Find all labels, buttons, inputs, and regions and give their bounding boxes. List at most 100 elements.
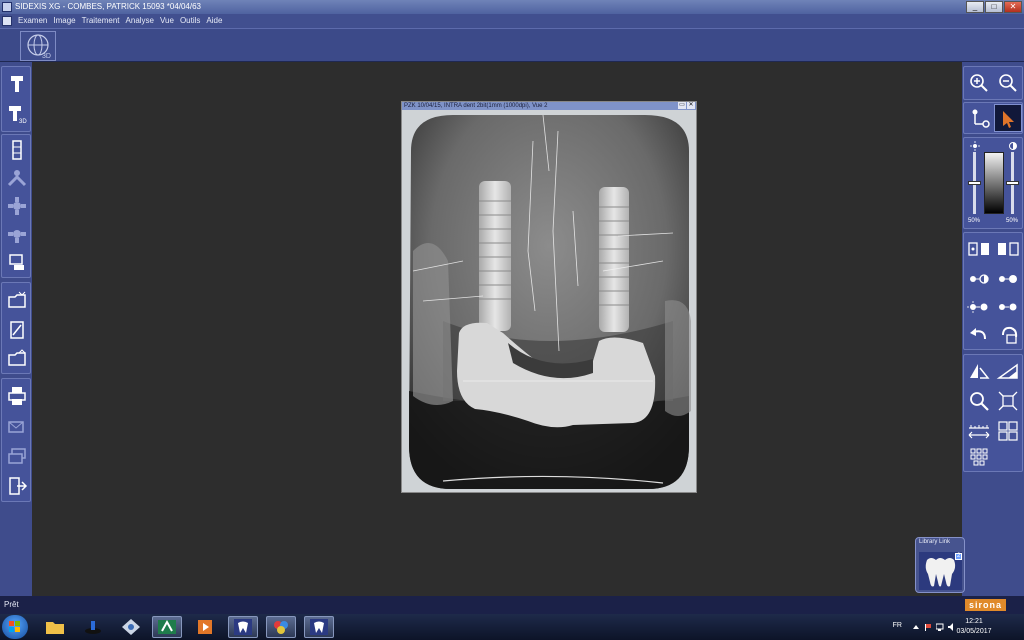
- app-icon[interactable]: [2, 2, 12, 12]
- exit-door-icon: [9, 477, 28, 495]
- taskbar-clock[interactable]: 12:21 03/05/2017: [954, 617, 994, 637]
- fit-screen-icon: [998, 391, 1018, 411]
- image-window-maximize-button[interactable]: ▭: [678, 102, 686, 109]
- measure-tool-button[interactable]: [965, 104, 993, 132]
- export-button[interactable]: [4, 443, 30, 469]
- menu-vue[interactable]: Vue: [160, 14, 180, 28]
- filter-dots-alt-icon: [999, 275, 1017, 283]
- xray-image-window[interactable]: PZK 10/04/15, INTRA dent 2bit(1mm (1000d…: [401, 101, 697, 493]
- network-tray-icon[interactable]: [935, 623, 944, 631]
- system-tray: FR 12:21 03/05/2017: [824, 614, 1024, 640]
- maximize-button[interactable]: □: [985, 1, 1003, 13]
- taskbar-app-2[interactable]: [78, 616, 108, 638]
- select-pointer-button[interactable]: [994, 104, 1022, 132]
- brightness-slider-thumb[interactable]: [968, 181, 981, 185]
- angle-right-button[interactable]: [994, 357, 1022, 385]
- reset-button[interactable]: [994, 321, 1022, 349]
- compare-left-button[interactable]: [965, 235, 993, 263]
- 3d-view-button[interactable]: 3D: [20, 31, 56, 61]
- left-group-4: [1, 378, 31, 502]
- menu-aide[interactable]: Aide: [206, 14, 228, 28]
- length-measure-button[interactable]: [965, 417, 993, 445]
- dental-xray-image[interactable]: [403, 111, 695, 492]
- scanner-button[interactable]: [4, 249, 30, 275]
- document-edit-icon: [10, 321, 24, 339]
- undo-button[interactable]: [965, 321, 993, 349]
- taskbar-sidexis-3[interactable]: [304, 616, 334, 638]
- angle-left-button[interactable]: [965, 357, 993, 385]
- sharpen-button[interactable]: [965, 265, 993, 293]
- language-indicator[interactable]: FR: [893, 622, 902, 629]
- cbct-device-icon: [8, 230, 26, 243]
- ceph-device-icon: [8, 197, 26, 215]
- filter-group: [963, 232, 1023, 350]
- film-capture-button[interactable]: [4, 137, 30, 163]
- brightness-value: 50%: [968, 218, 981, 224]
- windows-taskbar: FR 12:21 03/05/2017: [0, 614, 1024, 640]
- printer-icon: [8, 387, 26, 405]
- exit-button[interactable]: [4, 473, 30, 499]
- contrast-icon: [1009, 142, 1017, 150]
- save-image-button[interactable]: [4, 345, 30, 371]
- image-window-close-button[interactable]: ✕: [687, 102, 695, 109]
- taskbar-app-3[interactable]: [116, 616, 146, 638]
- sun-filter-icon: [967, 301, 988, 313]
- image-info-button[interactable]: [4, 317, 30, 343]
- close-button[interactable]: ✕: [1004, 1, 1022, 13]
- brightness-filter-button[interactable]: [965, 293, 993, 321]
- brightness-contrast-group: 50% 50%: [963, 137, 1023, 229]
- pointer-group: [963, 102, 1023, 134]
- ceph-capture-button[interactable]: [4, 193, 30, 219]
- open-image-button[interactable]: [4, 287, 30, 313]
- menu-examen[interactable]: Examen: [18, 14, 53, 28]
- start-button[interactable]: [2, 615, 28, 639]
- fit-window-button[interactable]: [994, 387, 1022, 415]
- tooth-chart-button[interactable]: [965, 443, 993, 471]
- title-bar: SIDEXIS XG - COMBES, PATRICK 15093 *04/0…: [0, 0, 1024, 14]
- angle-measure-alt-icon: [996, 363, 1018, 379]
- taskbar-sidexis-manager[interactable]: [152, 616, 182, 638]
- intraoral-capture-button[interactable]: [4, 71, 30, 97]
- compare-right-button[interactable]: [994, 235, 1022, 263]
- library-link-thumbnail[interactable]: Library Link 2: [915, 537, 965, 593]
- toolbar: 3D: [0, 28, 1024, 62]
- menu-image[interactable]: Image: [53, 14, 81, 28]
- menu-analyse[interactable]: Analyse: [126, 14, 160, 28]
- smooth-button[interactable]: [994, 265, 1022, 293]
- document-menu-icon[interactable]: [2, 16, 12, 26]
- invert-button[interactable]: [994, 293, 1022, 321]
- taskbar-sidexis-2[interactable]: [266, 616, 296, 638]
- grayscale-preview: [984, 152, 1004, 214]
- zoom-out-button[interactable]: [994, 69, 1022, 97]
- device-icon: [85, 621, 101, 634]
- email-button[interactable]: [4, 413, 30, 439]
- brightness-icon: [970, 141, 980, 151]
- undo-arrow-icon: [970, 328, 986, 340]
- split-view-left-icon: [968, 242, 989, 256]
- ruler-icon: [968, 425, 990, 439]
- menu-outils[interactable]: Outils: [180, 14, 206, 28]
- action-center-flag-icon[interactable]: [924, 623, 932, 631]
- show-hidden-icons-icon[interactable]: [912, 623, 920, 631]
- layout-grid-button[interactable]: [994, 417, 1022, 445]
- minimize-button[interactable]: _: [966, 1, 984, 13]
- 3d-capture-button[interactable]: 3D: [4, 101, 30, 127]
- left-group-2: [1, 134, 31, 278]
- taskbar-explorer[interactable]: [40, 616, 70, 638]
- magnifier-button[interactable]: [965, 387, 993, 415]
- filter-dots-icon: [970, 274, 989, 284]
- menu-traitement[interactable]: Traitement: [82, 14, 126, 28]
- left-toolbar: 3D: [0, 62, 32, 596]
- folder-open-icon: [8, 291, 26, 308]
- contrast-slider-thumb[interactable]: [1006, 181, 1019, 185]
- taskbar-media-player[interactable]: [190, 616, 220, 638]
- measure-group: [963, 354, 1023, 472]
- panoramic-capture-button[interactable]: [4, 165, 30, 191]
- cbct-capture-button[interactable]: [4, 221, 30, 247]
- tooth-grid-icon: [970, 448, 988, 466]
- patient-device-icon: [7, 170, 27, 187]
- taskbar-sidexis-1[interactable]: [228, 616, 258, 638]
- zoom-in-button[interactable]: [965, 69, 993, 97]
- reset-arrow-icon: [1002, 326, 1018, 344]
- print-button[interactable]: [4, 383, 30, 409]
